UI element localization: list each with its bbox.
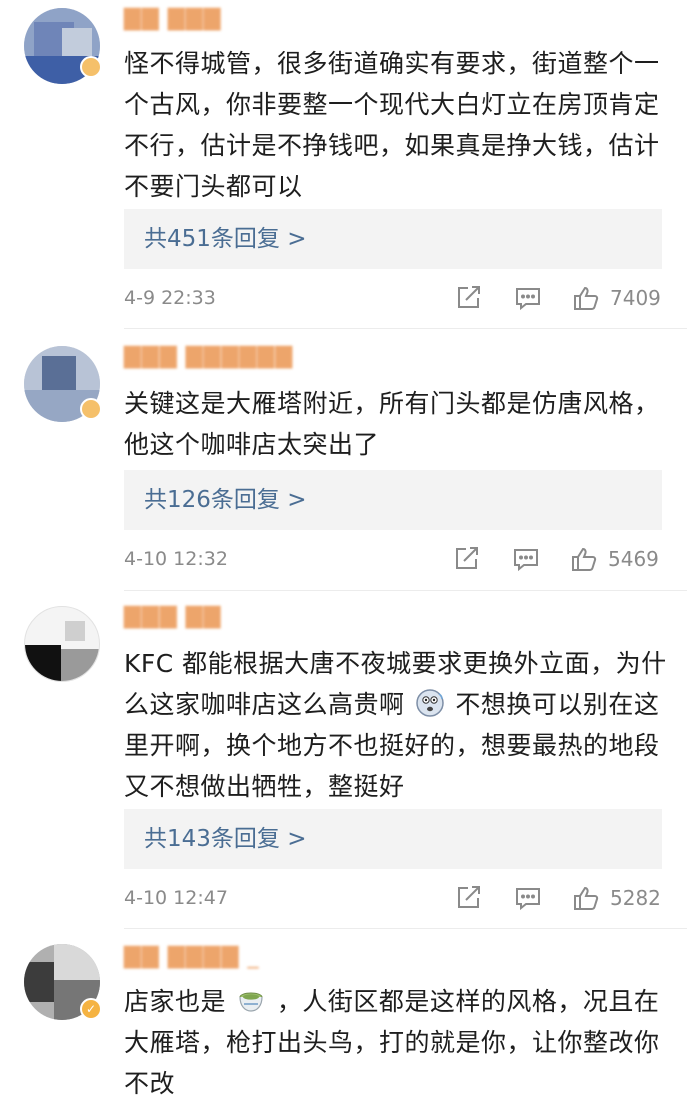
share-icon[interactable]: [454, 284, 482, 312]
comment-text: 怪不得城管，很多街道确实有要求，街道整个一个古风，你非要整一个现代大白灯立在房顶…: [124, 49, 660, 201]
comment-text: KFC 都能根据大唐不夜城要求更换外立面，为什么这家咖啡店这么高贵啊 不想换可以…: [124, 643, 669, 807]
comment-icon[interactable]: [512, 545, 540, 573]
verified-badge-icon: ✓: [80, 998, 102, 1020]
verified-badge-icon: [80, 398, 102, 420]
view-replies-button[interactable]: 共451条回复 >: [124, 209, 662, 269]
comment-meta: 4-9 22:33 7409: [124, 282, 664, 314]
thumbs-up-icon[interactable]: [572, 284, 600, 312]
timestamp: 4-10 12:32: [124, 548, 228, 570]
timestamp: 4-10 12:47: [124, 887, 228, 909]
share-icon[interactable]: [452, 545, 480, 573]
speechless-face-emoji: [416, 689, 444, 717]
username[interactable]: ▇▇▇ ▇▇: [124, 604, 222, 630]
comment-text-part: 店家也是: [124, 987, 227, 1016]
divider: [124, 590, 687, 591]
thumbs-up-icon[interactable]: [570, 545, 598, 573]
thumbs-up-icon[interactable]: [572, 884, 600, 912]
comment-icon[interactable]: [514, 884, 542, 912]
username[interactable]: ▇▇ ▇▇▇▇ _: [124, 944, 260, 970]
divider: [124, 928, 687, 929]
avatar[interactable]: [24, 606, 100, 682]
divider: [124, 328, 687, 329]
like-count: 5469: [608, 547, 659, 571]
share-icon[interactable]: [454, 884, 482, 912]
comment-text: 店家也是 ，人街区都是这样的风格，况且在大雁塔，枪打出头鸟，打的就是你，让你整改…: [124, 981, 669, 1104]
verified-badge-icon: [80, 56, 102, 78]
tea-cup-emoji: [239, 992, 264, 1012]
comment-text: 关键这是大雁塔附近，所有门头都是仿唐风格，他这个咖啡店太突出了: [124, 389, 660, 459]
username[interactable]: ▇▇ ▇▇▇: [124, 6, 222, 32]
comment-icon[interactable]: [514, 284, 542, 312]
comment-meta: 4-10 12:32 5469: [124, 543, 664, 575]
timestamp: 4-9 22:33: [124, 287, 216, 309]
view-replies-button[interactable]: 共126条回复 >: [124, 470, 662, 530]
comment-meta: 4-10 12:47 5282: [124, 882, 664, 914]
username[interactable]: ▇▇▇ ▇▇▇▇▇▇: [124, 344, 293, 370]
like-count: 5282: [610, 886, 661, 910]
like-count: 7409: [610, 286, 661, 310]
view-replies-button[interactable]: 共143条回复 >: [124, 809, 662, 869]
